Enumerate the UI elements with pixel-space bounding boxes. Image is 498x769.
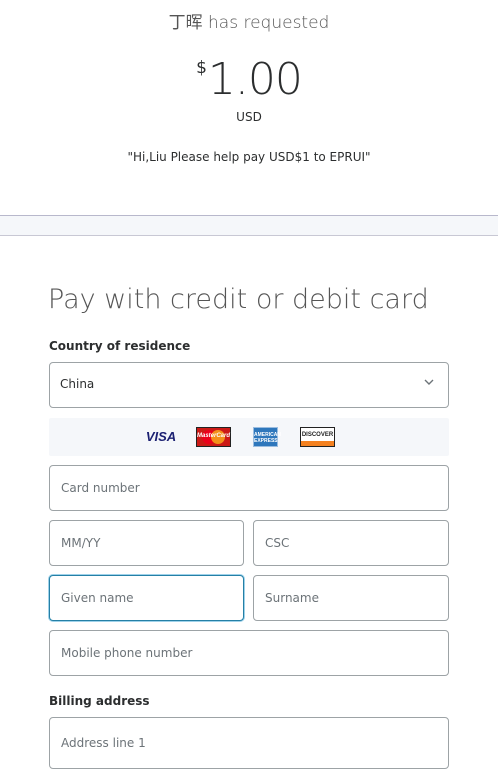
- chevron-down-icon: [424, 379, 434, 385]
- visa-icon: VISA: [145, 429, 177, 444]
- request-note: "Hi,Liu Please help pay USD$1 to EPRUI": [127, 150, 371, 164]
- amount-display: $1.00: [0, 52, 498, 108]
- phone-input[interactable]: [50, 631, 448, 675]
- country-select[interactable]: China: [49, 362, 449, 408]
- form-title: Pay with credit or debit card: [48, 284, 429, 315]
- currency-symbol: $: [196, 58, 207, 78]
- accepted-cards-strip: VISA MasterCard AMERICAN EXPRESS DISCOVER: [49, 418, 449, 456]
- phone-field[interactable]: [49, 630, 449, 676]
- amount-value: 1.00: [207, 54, 303, 105]
- surname-field[interactable]: [253, 575, 449, 621]
- country-value: China: [60, 377, 95, 391]
- card-number-field[interactable]: [49, 465, 449, 511]
- currency-code: USD: [236, 110, 262, 124]
- given-name-field[interactable]: [49, 575, 244, 621]
- section-divider: [0, 215, 498, 236]
- billing-address-label: Billing address: [49, 694, 150, 708]
- surname-input[interactable]: [254, 576, 448, 620]
- requester-text: 丁晖 has requested: [168, 13, 330, 33]
- address-line1-field[interactable]: [49, 717, 449, 769]
- discover-icon: DISCOVER: [300, 427, 335, 447]
- csc-field[interactable]: [253, 520, 449, 566]
- mastercard-icon: MasterCard: [196, 427, 231, 447]
- amex-icon: AMERICAN EXPRESS: [253, 427, 281, 447]
- card-number-input[interactable]: [50, 466, 448, 510]
- csc-input[interactable]: [254, 521, 448, 565]
- expiry-field[interactable]: [49, 520, 244, 566]
- given-name-input[interactable]: [50, 576, 243, 620]
- country-label: Country of residence: [49, 339, 191, 353]
- expiry-input[interactable]: [50, 521, 243, 565]
- address-line1-input[interactable]: [50, 718, 448, 768]
